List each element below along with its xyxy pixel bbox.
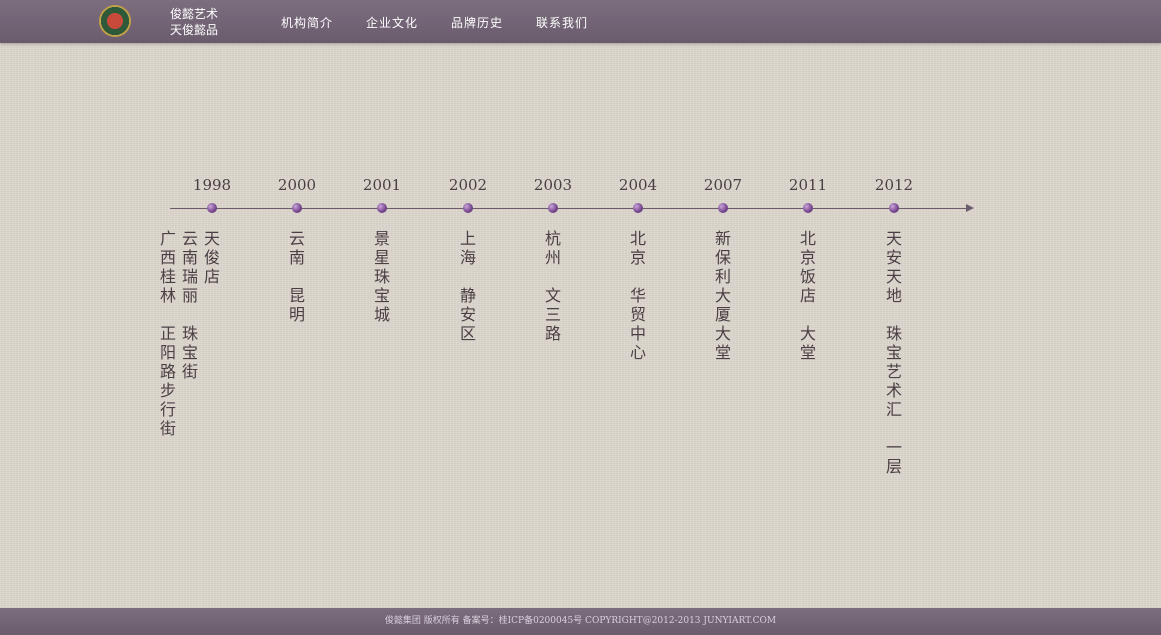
timeline-dot-icon — [377, 203, 387, 213]
timeline-dot-icon — [292, 203, 302, 213]
timeline-location-column: 云南瑞丽 珠宝街 — [181, 229, 198, 381]
timeline-dot-icon — [633, 203, 643, 213]
timeline-location: 新保利大厦大堂 — [712, 229, 734, 362]
timeline-location: 景星珠宝城 — [371, 229, 393, 324]
timeline-dot-icon — [548, 203, 558, 213]
timeline-location-column: 北京 华贸中心 — [629, 229, 646, 362]
footer: 俊懿集团 版权所有 备案号：桂ICP备0200045号 COPYRIGHT@20… — [0, 608, 1161, 635]
timeline-location-column: 景星珠宝城 — [373, 229, 390, 324]
timeline-year: 2001 — [362, 176, 402, 194]
timeline-location: 天安天地 珠宝艺术汇 一层 — [883, 229, 905, 476]
timeline-location-column: 天安天地 珠宝艺术汇 一层 — [885, 229, 902, 476]
timeline-location: 北京饭店 大堂 — [797, 229, 819, 362]
timeline-year: 2007 — [703, 176, 743, 194]
timeline-location-column: 新保利大厦大堂 — [714, 229, 731, 362]
timeline-dot-icon — [207, 203, 217, 213]
timeline-year: 2011 — [788, 176, 828, 194]
timeline-year: 2012 — [874, 176, 914, 194]
timeline-dot-icon — [803, 203, 813, 213]
timeline-dot-icon — [463, 203, 473, 213]
timeline-dot-icon — [718, 203, 728, 213]
timeline-year: 1998 — [192, 176, 232, 194]
footer-copyright: 俊懿集团 版权所有 备案号：桂ICP备0200045号 COPYRIGHT@20… — [384, 616, 777, 626]
timeline-location-column: 北京饭店 大堂 — [799, 229, 816, 362]
brand-history-timeline: 1998 天俊店云南瑞丽 珠宝街广西桂林 正阳路步行街 2000 云南 昆明 2001 景… — [0, 0, 1161, 635]
timeline-location: 北京 华贸中心 — [627, 229, 649, 362]
timeline-location: 天俊店云南瑞丽 珠宝街广西桂林 正阳路步行街 — [157, 229, 223, 438]
timeline-axis — [170, 208, 968, 209]
timeline-location-column: 天俊店 — [203, 229, 220, 286]
timeline-year: 2002 — [448, 176, 488, 194]
timeline-year: 2003 — [533, 176, 573, 194]
timeline-location-column: 杭州 文三路 — [544, 229, 561, 343]
timeline-location-column: 云南 昆明 — [288, 229, 305, 324]
timeline-location-column: 广西桂林 正阳路步行街 — [159, 229, 176, 438]
timeline-year: 2000 — [277, 176, 317, 194]
timeline-arrow-icon — [966, 204, 974, 212]
timeline-location: 云南 昆明 — [286, 229, 308, 324]
timeline-location: 上海 静安区 — [457, 229, 479, 343]
timeline-year: 2004 — [618, 176, 658, 194]
timeline-location: 杭州 文三路 — [542, 229, 564, 343]
timeline-location-column: 上海 静安区 — [459, 229, 476, 343]
timeline-dot-icon — [889, 203, 899, 213]
